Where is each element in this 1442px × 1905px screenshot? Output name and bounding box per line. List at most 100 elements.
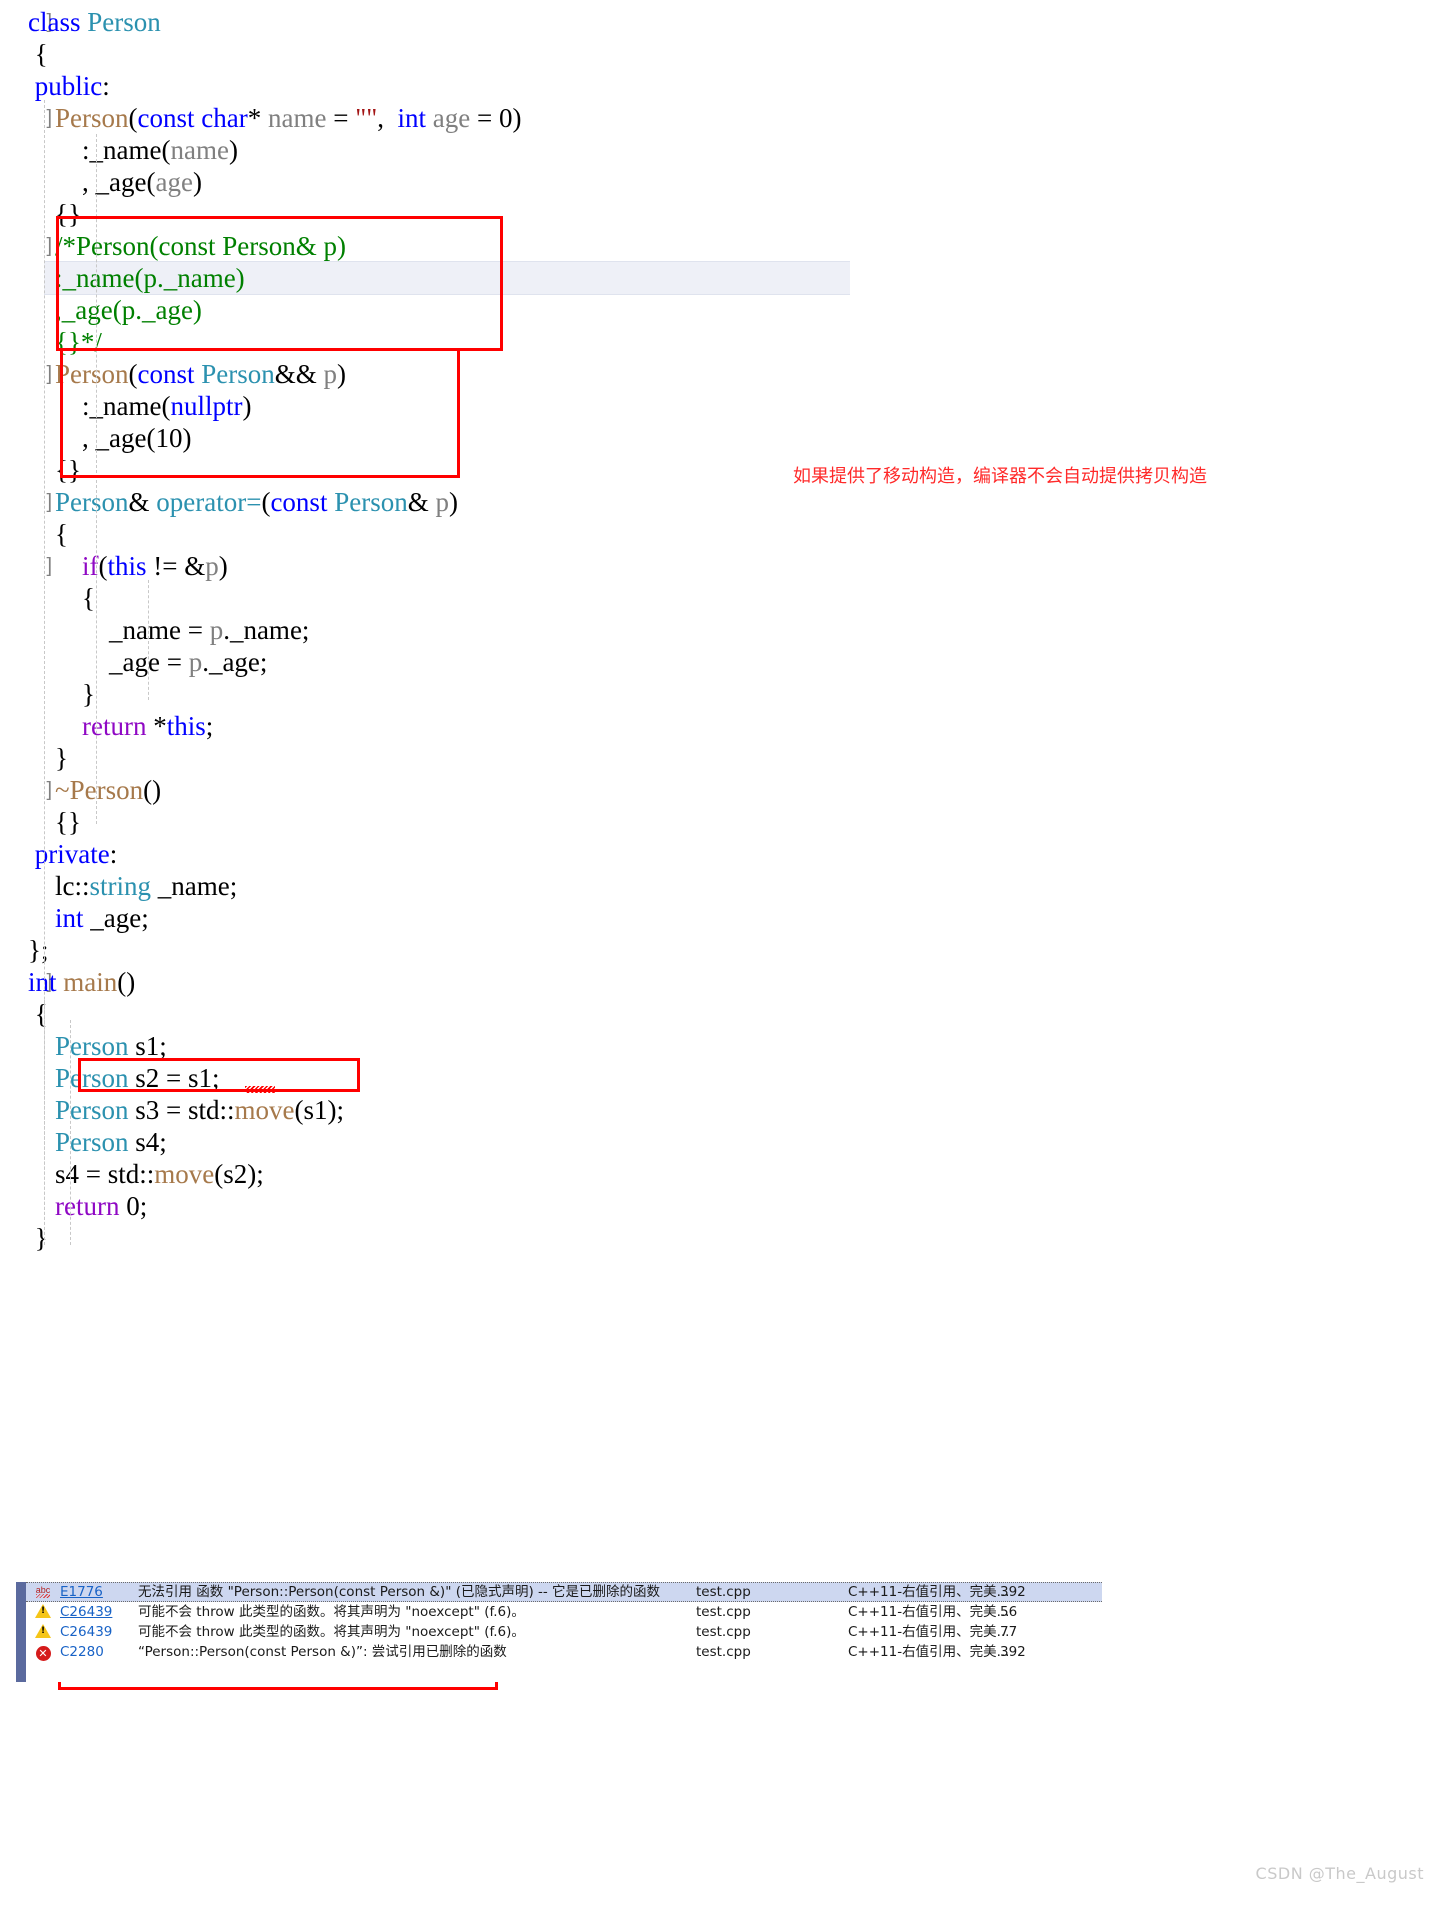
code-line[interactable]: return 0; — [0, 1190, 1442, 1222]
code-line[interactable]: ] int main() — [0, 966, 1442, 998]
code-token: ) — [182, 423, 192, 453]
code-line[interactable]: { — [0, 38, 1442, 70]
code-text[interactable]: , _age(10) — [28, 422, 191, 454]
code-token: ) — [218, 551, 228, 581]
code-text[interactable]: s4 = std::move(s2); — [28, 1158, 264, 1190]
code-text[interactable]: public: — [28, 70, 110, 102]
code-line[interactable]: { — [0, 582, 1442, 614]
code-text[interactable]: :_name(p._name) — [28, 262, 245, 294]
code-line[interactable]: _age = p._age; — [0, 646, 1442, 678]
error-squiggle-s1 — [245, 1086, 275, 1093]
code-text[interactable]: if(this != &p) — [28, 550, 228, 582]
code-text[interactable]: lc::string _name; — [28, 870, 237, 902]
code-line[interactable]: } — [0, 678, 1442, 710]
code-text[interactable]: int _age; — [28, 902, 149, 934]
error-list-row[interactable]: abc E1776 无法引用 函数 "Person::Person(const Pe… — [26, 1582, 1102, 1602]
code-line[interactable]: } — [0, 742, 1442, 774]
code-text[interactable]: ~Person() — [28, 774, 161, 806]
code-token: p — [209, 615, 224, 645]
error-code-link[interactable]: E1776 — [60, 1582, 138, 1602]
code-text[interactable]: Person(const Person&& p) — [28, 358, 346, 390]
error-list-panel[interactable]: abc E1776 无法引用 函数 "Person::Person(const Pe… — [16, 1582, 1102, 1682]
code-text[interactable]: {} — [28, 198, 81, 230]
error-list-row[interactable]: ✕ C2280 “Person::Person(const Person &)”: … — [26, 1642, 1102, 1662]
code-line[interactable]: lc::string _name; — [0, 870, 1442, 902]
code-line[interactable]: }; — [0, 934, 1442, 966]
code-text[interactable]: { — [28, 582, 95, 614]
code-line[interactable]: , _age(10) — [0, 422, 1442, 454]
code-line[interactable]: :_name(name) — [0, 134, 1442, 166]
code-line[interactable]: ,_age(p._age) — [0, 294, 1442, 326]
code-line[interactable]: ] Person& operator=(const Person& p) — [0, 486, 1442, 518]
code-token: s4; — [128, 1127, 167, 1157]
code-line[interactable]: Person s3 = std::move(s1); — [0, 1094, 1442, 1126]
code-token: ._age; — [202, 647, 268, 677]
code-line[interactable]: :_name(p._name) — [0, 261, 1442, 295]
code-text[interactable]: { — [28, 518, 68, 550]
code-token: p — [323, 359, 338, 389]
error-file: test.cpp — [696, 1644, 751, 1660]
code-line[interactable]: } — [0, 1222, 1442, 1254]
code-text[interactable]: ,_age(p._age) — [28, 294, 202, 326]
error-list-rows[interactable]: abc E1776 无法引用 函数 "Person::Person(const Pe… — [26, 1582, 1102, 1662]
code-token: { — [28, 583, 95, 613]
code-line[interactable]: , _age(age) — [0, 166, 1442, 198]
code-text[interactable]: return 0; — [28, 1190, 147, 1222]
code-text[interactable]: {} — [28, 806, 81, 838]
code-text[interactable]: /*Person(const Person& p) — [28, 230, 346, 262]
code-token: const — [137, 103, 195, 133]
code-text[interactable]: Person s1; — [28, 1030, 167, 1062]
code-line[interactable]: public: — [0, 70, 1442, 102]
code-line[interactable]: {} — [0, 198, 1442, 230]
code-text[interactable]: Person& operator=(const Person& p) — [28, 486, 458, 518]
code-text[interactable]: return *this; — [28, 710, 213, 742]
code-text[interactable]: { — [28, 38, 48, 70]
code-text[interactable]: :_name(nullptr) — [28, 390, 251, 422]
error-list-row[interactable]: C26439可能不会 throw 此类型的函数。将其声明为 "noexcept"… — [26, 1602, 1102, 1622]
code-text[interactable]: } — [28, 742, 68, 774]
code-text[interactable]: :_name(name) — [28, 134, 238, 166]
code-line[interactable]: s4 = std::move(s2); — [0, 1158, 1442, 1190]
code-line[interactable]: Person s1; — [0, 1030, 1442, 1062]
code-line[interactable]: ] Person(const char* name = "", int age … — [0, 102, 1442, 134]
code-text[interactable]: _name = p._name; — [28, 614, 309, 646]
code-text[interactable]: Person s3 = std::move(s1); — [28, 1094, 344, 1126]
error-code-link[interactable]: C2280 — [60, 1642, 138, 1662]
code-line[interactable]: ] Person(const Person&& p) — [0, 358, 1442, 390]
code-text[interactable]: , _age(age) — [28, 166, 202, 198]
code-line[interactable]: {} — [0, 454, 1442, 486]
code-text[interactable]: {}*/ — [28, 326, 102, 358]
code-text[interactable]: Person s4; — [28, 1126, 167, 1158]
code-line[interactable]: { — [0, 518, 1442, 550]
code-line[interactable]: _name = p._name; — [0, 614, 1442, 646]
code-text[interactable]: Person(const char* name = "", int age = … — [28, 102, 521, 134]
code-line[interactable]: { — [0, 998, 1442, 1030]
error-code-link[interactable]: C26439 — [60, 1622, 138, 1642]
code-text[interactable]: }; — [28, 934, 48, 966]
code-editor[interactable]: ] class Person { public:] Person(const ch… — [0, 0, 1442, 1278]
error-list-row[interactable]: C26439可能不会 throw 此类型的函数。将其声明为 "noexcept"… — [26, 1622, 1102, 1642]
code-text[interactable]: Person s2 = s1; — [28, 1062, 220, 1094]
code-line[interactable]: ] ~Person() — [0, 774, 1442, 806]
code-line[interactable]: {}*/ — [0, 326, 1442, 358]
code-line[interactable]: Person s4; — [0, 1126, 1442, 1158]
code-token: ) — [192, 167, 202, 197]
code-line[interactable]: ] if(this != &p) — [0, 550, 1442, 582]
code-line[interactable]: return *this; — [0, 710, 1442, 742]
error-code-link[interactable]: C26439 — [60, 1602, 138, 1622]
code-line[interactable]: ] class Person — [0, 6, 1442, 38]
code-line[interactable]: ] /*Person(const Person& p) — [0, 230, 1442, 262]
code-text[interactable]: class Person — [28, 6, 161, 38]
code-line[interactable]: Person s2 = s1; — [0, 1062, 1442, 1094]
code-text[interactable]: private: — [28, 838, 117, 870]
code-token: () — [143, 775, 162, 805]
code-text[interactable]: {} — [28, 454, 81, 486]
code-line[interactable]: {} — [0, 806, 1442, 838]
error-description: “Person::Person(const Person &)”: 尝试引用已删… — [138, 1644, 507, 1660]
code-text[interactable]: } — [28, 678, 95, 710]
code-line[interactable]: :_name(nullptr) — [0, 390, 1442, 422]
code-line[interactable]: private: — [0, 838, 1442, 870]
code-line[interactable]: int _age; — [0, 902, 1442, 934]
